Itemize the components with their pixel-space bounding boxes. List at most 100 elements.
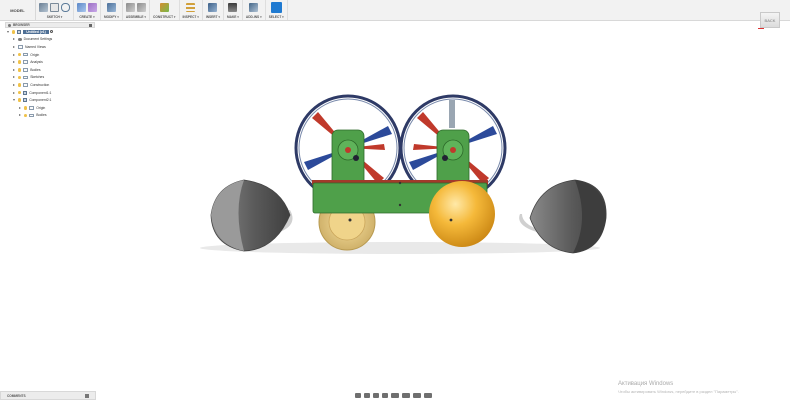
view-cube[interactable]: BACK [760, 12, 780, 28]
toolbar-group-construct[interactable]: CONSTRUCT ▾ [150, 0, 180, 20]
toolbar-group-make[interactable]: MAKE ▾ [224, 0, 243, 20]
browser-item-sketches[interactable]: Sketches [5, 74, 95, 82]
browser-item-component2-origin[interactable]: Origin [5, 104, 95, 112]
browser-item-analysis[interactable]: Analysis [5, 58, 95, 66]
folder-icon [23, 67, 29, 72]
workspace-switcher[interactable]: MODEL [0, 0, 36, 20]
browser-root-item[interactable]: Untitled (v1) [5, 28, 95, 36]
expand-toggle-icon[interactable] [13, 76, 15, 79]
right-motor-mount[interactable] [436, 129, 470, 187]
visibility-bulb-icon[interactable] [18, 75, 22, 80]
viewport-3d-model[interactable] [0, 0, 790, 400]
toolbar-label-sketch[interactable]: SKETCH ▾ [47, 15, 63, 19]
toolbar-label-assemble[interactable]: ASSEMBLE ▾ [126, 15, 146, 19]
collapse-panel-icon[interactable] [8, 23, 11, 27]
toolbar-group-inspect[interactable]: INSPECT ▾ [180, 0, 203, 20]
toolbar-group-assemble[interactable]: ASSEMBLE ▾ [123, 0, 151, 20]
front-ball-wheel[interactable] [429, 181, 495, 247]
expand-toggle-icon[interactable] [19, 114, 21, 117]
press-pull-icon[interactable] [106, 3, 116, 12]
look-at-icon[interactable] [364, 392, 370, 398]
visibility-bulb-icon[interactable] [18, 83, 22, 87]
add-comment-icon[interactable] [85, 393, 89, 398]
pin-panel-icon[interactable] [89, 23, 92, 27]
fit-icon[interactable] [391, 392, 399, 398]
visibility-bulb-icon[interactable] [18, 98, 22, 102]
toolbar-group-create[interactable]: CREATE ▾ [74, 0, 101, 20]
left-motor-mount[interactable] [331, 129, 365, 187]
browser-item-component2[interactable]: Component2:1 [5, 96, 95, 104]
visibility-bulb-icon[interactable] [12, 30, 16, 34]
browser-item-component1[interactable]: Component1:1 [5, 89, 95, 97]
toolbar-group-addins[interactable]: ADD-INS ▾ [243, 0, 266, 20]
view-cube-axis-indicator [758, 28, 764, 29]
insert-image-icon[interactable] [208, 3, 218, 12]
browser-item-bodies[interactable]: Bodies [5, 66, 95, 74]
3d-print-icon[interactable] [228, 3, 238, 12]
folder-icon [23, 52, 29, 57]
component-icon [23, 90, 28, 95]
visibility-bulb-icon[interactable] [24, 113, 28, 118]
toolbar-label-select[interactable]: SELECT ▾ [269, 15, 284, 19]
visibility-bulb-icon[interactable] [18, 67, 22, 72]
toolbar-label-insert[interactable]: INSERT ▾ [206, 15, 220, 19]
browser-panel: BROWSER Untitled (v1) Document Settings … [5, 22, 95, 119]
create-form-icon[interactable] [88, 3, 97, 12]
visibility-bulb-icon[interactable] [24, 105, 28, 110]
toolbar-group-insert[interactable]: INSERT ▾ [203, 0, 225, 20]
root-component-label[interactable]: Untitled (v1) [23, 29, 49, 34]
expand-toggle-icon[interactable] [13, 91, 15, 94]
offset-plane-icon[interactable] [159, 3, 169, 12]
expand-toggle-icon[interactable] [13, 83, 15, 86]
browser-item-construction[interactable]: Construction [5, 81, 95, 89]
toolbar-label-make[interactable]: MAKE ▾ [227, 15, 239, 19]
select-cursor-icon[interactable] [270, 2, 282, 13]
toolbar-label-addins[interactable]: ADD-INS ▾ [246, 15, 262, 19]
expand-toggle-icon[interactable] [13, 99, 15, 102]
scripts-addins-icon[interactable] [249, 3, 259, 12]
toolbar-label-construct[interactable]: CONSTRUCT ▾ [153, 15, 176, 19]
new-component-icon[interactable] [125, 3, 135, 12]
expand-toggle-icon[interactable] [7, 30, 9, 33]
expand-toggle-icon[interactable] [19, 106, 21, 109]
browser-item-label: Sketches [30, 75, 45, 80]
expand-toggle-icon[interactable] [13, 38, 15, 41]
grid-settings-icon[interactable] [413, 392, 421, 398]
browser-item-document-settings[interactable]: Document Settings [5, 36, 95, 44]
orbit-icon[interactable] [355, 392, 361, 398]
measure-icon[interactable] [186, 3, 196, 12]
expand-toggle-icon[interactable] [13, 45, 15, 48]
main-toolbar: MODEL SKETCH ▾ CREATE ▾ MODIFY ▾ ASSEMBL… [0, 0, 790, 21]
visibility-bulb-icon[interactable] [18, 60, 22, 64]
expand-toggle-icon[interactable] [13, 61, 15, 64]
toolbar-group-modify[interactable]: MODIFY ▾ [101, 0, 123, 20]
expand-toggle-icon[interactable] [13, 68, 15, 71]
toolbar-group-select[interactable]: SELECT ▾ [266, 0, 288, 20]
browser-item-component2-bodies[interactable]: Bodies [5, 112, 95, 120]
navigation-bar [355, 391, 432, 399]
visibility-bulb-icon[interactable] [18, 52, 22, 57]
sketch-rectangle-icon[interactable] [50, 3, 59, 12]
joint-icon[interactable] [136, 3, 146, 12]
visibility-bulb-icon[interactable] [18, 90, 22, 95]
create-sketch-icon[interactable] [39, 3, 48, 12]
display-settings-icon[interactable] [402, 392, 410, 398]
toolbar-label-create[interactable]: CREATE ▾ [79, 15, 94, 19]
left-hemisphere-shell[interactable] [210, 179, 293, 252]
viewports-icon[interactable] [424, 392, 432, 398]
pan-icon[interactable] [373, 392, 379, 398]
folder-icon [23, 83, 29, 87]
toolbar-label-modify[interactable]: MODIFY ▾ [104, 15, 119, 19]
browser-item-named-views[interactable]: Named Views [5, 43, 95, 51]
comments-panel[interactable]: COMMENTS [0, 391, 96, 400]
browser-item-label: Component1:1 [29, 90, 52, 95]
finish-sketch-icon[interactable] [61, 3, 70, 12]
toolbar-group-sketch[interactable]: SKETCH ▾ [36, 0, 74, 20]
expand-toggle-icon[interactable] [13, 53, 15, 56]
extrude-icon[interactable] [77, 3, 86, 12]
right-hemisphere-shell[interactable] [519, 179, 607, 254]
toolbar-label-inspect[interactable]: INSPECT ▾ [183, 15, 199, 19]
zoom-icon[interactable] [382, 392, 388, 398]
activate-component-icon[interactable] [49, 30, 53, 34]
browser-item-origin[interactable]: Origin [5, 51, 95, 59]
